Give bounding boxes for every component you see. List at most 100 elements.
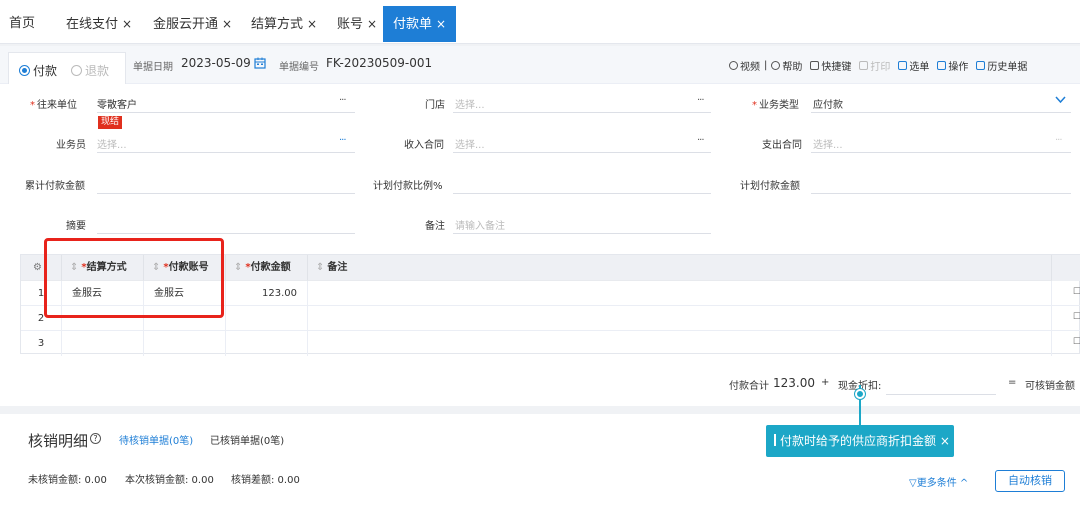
history-button[interactable]: 历史单据 bbox=[976, 58, 1027, 73]
summary-field[interactable] bbox=[97, 233, 355, 234]
remark-input[interactable]: 请输入备注 bbox=[455, 217, 505, 232]
close-icon[interactable]: × bbox=[367, 17, 377, 31]
expense-contract-input[interactable]: 选择... bbox=[813, 136, 843, 151]
required-mark: * bbox=[752, 100, 757, 111]
video-button[interactable]: 视频 bbox=[729, 58, 760, 73]
counterparty-underline bbox=[97, 112, 355, 113]
help-icon[interactable]: ? bbox=[90, 433, 101, 444]
biztype-label-text: 业务类型 bbox=[759, 100, 799, 111]
toolbar-separator: | bbox=[764, 60, 768, 71]
tab-label: 账号 bbox=[337, 17, 364, 32]
tab-payment-bill[interactable]: 付款单 × bbox=[383, 6, 457, 42]
print-label: 打印 bbox=[870, 62, 891, 73]
store-underline bbox=[453, 112, 711, 113]
salesman-input[interactable]: 选择... bbox=[97, 136, 127, 151]
print-button[interactable]: 打印 bbox=[859, 58, 890, 73]
equals-sign: = bbox=[1008, 377, 1017, 388]
date-value[interactable]: 2023-05-09 bbox=[181, 56, 251, 70]
cash-discount-input[interactable] bbox=[886, 394, 996, 395]
cell-pay-amount[interactable] bbox=[226, 306, 308, 331]
radio-dot-icon bbox=[71, 65, 82, 76]
bill-number-label: 单据编号 bbox=[279, 62, 319, 73]
keyboard-icon bbox=[810, 61, 820, 70]
sort-icon[interactable]: ⇕ bbox=[316, 262, 324, 273]
tab-online-pay[interactable]: 在线支付 × bbox=[66, 6, 132, 42]
row-action-icon[interactable]: ☐ bbox=[1073, 337, 1080, 347]
row-action-icon[interactable]: ☐ bbox=[1073, 312, 1080, 322]
radio-refund[interactable]: 退款 bbox=[71, 62, 109, 79]
income-contract-more-icon[interactable]: ··· bbox=[697, 135, 704, 146]
tab-settlement[interactable]: 结算方式 × bbox=[251, 6, 317, 42]
chevron-up-icon: ^ bbox=[956, 478, 969, 489]
video-label: 视频 bbox=[740, 62, 760, 73]
cell-remark[interactable] bbox=[308, 331, 1052, 356]
cell-remark[interactable] bbox=[308, 281, 1052, 306]
tab-home[interactable]: 首页 bbox=[9, 6, 35, 42]
select-bill-button[interactable]: 选单 bbox=[898, 58, 929, 73]
bill-number-value: FK-20230509-001 bbox=[326, 56, 433, 70]
col-label: 备注 bbox=[327, 262, 348, 273]
select-bill-label: 选单 bbox=[909, 62, 930, 73]
cell-settle-method[interactable] bbox=[62, 331, 144, 356]
salesman-more-icon[interactable]: ··· bbox=[339, 135, 346, 146]
close-icon[interactable]: × bbox=[436, 17, 446, 31]
verification-title: 核销明细 bbox=[28, 432, 89, 450]
history-icon bbox=[976, 61, 986, 70]
tab-label: 在线支付 bbox=[66, 17, 119, 32]
close-icon[interactable]: × bbox=[940, 434, 950, 448]
tooltip-anchor-dot bbox=[855, 389, 865, 399]
chevron-down-icon[interactable] bbox=[1055, 96, 1066, 104]
help-button[interactable]: 帮助 bbox=[771, 58, 802, 73]
operate-button[interactable]: 操作 bbox=[937, 58, 968, 73]
highlight-annotation-box bbox=[44, 238, 224, 318]
payment-form-card: 付款 退款 单据日期 2023-05-09 单据编号 FK-20230509-0… bbox=[0, 46, 1080, 406]
row-number: 3 bbox=[21, 331, 62, 356]
store-label: 门店 bbox=[425, 100, 445, 111]
more-conditions-button[interactable]: ▽更多条件 ^ bbox=[909, 474, 968, 489]
cumulative-label: 累计付款金额 bbox=[25, 181, 85, 192]
counterparty-value[interactable]: 零散客户 bbox=[97, 96, 137, 111]
close-icon[interactable]: × bbox=[222, 17, 232, 31]
tab-jinfuyun[interactable]: 金服云开通 × bbox=[153, 6, 232, 42]
play-icon bbox=[729, 61, 738, 70]
remark-label: 备注 bbox=[425, 221, 445, 232]
gear-icon[interactable]: ⚙ bbox=[33, 262, 42, 273]
history-label: 历史单据 bbox=[987, 62, 1028, 73]
income-contract-underline bbox=[453, 152, 711, 153]
biztype-select[interactable]: 应付款 bbox=[813, 96, 843, 111]
printer-icon bbox=[859, 61, 869, 70]
col-label: 付款金额 bbox=[250, 262, 291, 273]
cumulative-field[interactable] bbox=[97, 193, 355, 194]
plan-ratio-field[interactable] bbox=[453, 193, 711, 194]
counterparty-more-icon[interactable]: ··· bbox=[339, 95, 346, 106]
cell-pay-amount[interactable]: 123.00 bbox=[226, 281, 308, 306]
table-row[interactable]: 3 ☐ bbox=[21, 331, 1080, 356]
store-more-icon[interactable]: ··· bbox=[697, 95, 704, 106]
cell-remark[interactable] bbox=[308, 306, 1052, 331]
plan-amount-field[interactable] bbox=[811, 193, 1071, 194]
store-input[interactable]: 选择... bbox=[455, 96, 485, 111]
auto-verify-button[interactable]: 自动核销 bbox=[995, 470, 1065, 492]
tab-label: 付款单 bbox=[393, 17, 433, 32]
col-pay-amount[interactable]: ⇕ *付款金额 bbox=[226, 255, 308, 281]
cell-pay-amount[interactable] bbox=[226, 331, 308, 356]
expense-contract-label: 支出合同 bbox=[762, 140, 802, 151]
tab-account[interactable]: 账号 × bbox=[337, 6, 377, 42]
close-icon[interactable]: × bbox=[122, 17, 132, 31]
row-action-icon[interactable]: ☐ bbox=[1073, 287, 1080, 297]
sort-icon[interactable]: ⇕ bbox=[234, 262, 242, 273]
tooltip-bar bbox=[774, 434, 776, 446]
calendar-icon[interactable] bbox=[254, 57, 266, 69]
radio-pay[interactable]: 付款 bbox=[19, 62, 57, 79]
done-bills-link[interactable]: 已核销单据(0笔) bbox=[210, 432, 284, 447]
pending-bills-link[interactable]: 待核销单据(0笔) bbox=[119, 432, 193, 447]
close-icon[interactable]: × bbox=[307, 17, 317, 31]
col-remark[interactable]: ⇕ 备注 bbox=[308, 255, 1052, 281]
tab-label: 首页 bbox=[9, 16, 36, 31]
income-contract-input[interactable]: 选择... bbox=[455, 136, 485, 151]
shortcut-button[interactable]: 快捷键 bbox=[810, 58, 851, 73]
expense-contract-more-icon[interactable]: ··· bbox=[1055, 135, 1062, 146]
current-verify-amount: 本次核销金额: 0.00 bbox=[125, 475, 214, 486]
counterparty-label-text: 往来单位 bbox=[37, 100, 77, 111]
cell-pay-account[interactable] bbox=[144, 331, 226, 356]
